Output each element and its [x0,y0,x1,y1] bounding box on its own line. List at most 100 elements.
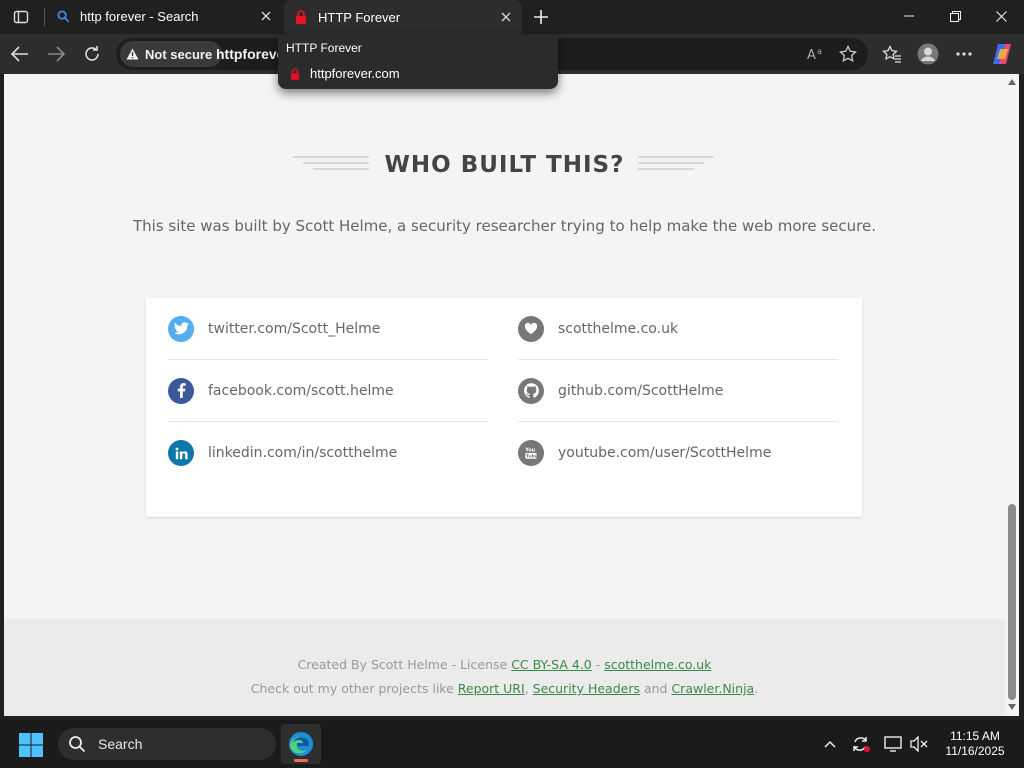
footer-projects-text: Check out my other projects like [250,681,458,696]
social-link-label: scotthelme.co.uk [558,320,679,337]
github-icon [518,377,544,404]
svg-text:a: a [817,47,822,56]
taskbar-edge-app[interactable] [281,724,321,764]
svg-text:A: A [807,48,816,62]
heart-icon [518,315,544,342]
social-link-github[interactable]: github.com/ScottHelme [518,360,838,422]
favorites-icon [882,45,901,63]
license-link[interactable]: CC BY-SA 4.0 [511,657,592,672]
social-link-label: github.com/ScottHelme [558,382,724,399]
section-heading-wrap: WHO BUILT THIS? [4,152,1005,182]
edge-icon [289,732,313,756]
restore-button[interactable] [932,0,978,32]
more-icon [956,52,972,56]
avatar-icon [917,43,939,65]
youtube-icon: You Tube [518,440,544,466]
tab-http-forever[interactable]: HTTP Forever [284,0,522,34]
favorites-button[interactable] [878,40,906,68]
svg-text:Tube: Tube [526,454,538,460]
monitor-icon [884,736,902,752]
system-clock[interactable]: 11:15 AM 11/16/2025 [936,729,1014,759]
social-link-linkedin[interactable]: linkedin.com/in/scotthelme [168,422,488,484]
security-headers-link[interactable]: Security Headers [533,681,640,696]
hover-card-url-row: httpforever.com [290,66,400,81]
forward-button[interactable] [42,40,70,68]
forward-arrow-icon [48,46,65,62]
clock-time: 11:15 AM [950,729,1000,743]
social-link-twitter[interactable]: twitter.com/Scott_Helme [168,298,488,360]
new-tab-button[interactable] [530,6,552,28]
tab-actions-button[interactable] [8,6,34,28]
tab-actions-icon [13,10,29,24]
close-icon [995,10,1007,22]
twitter-icon [168,315,194,342]
more-menu-button[interactable] [950,40,978,68]
footer-projects-line: Check out my other projects like Report … [4,681,1005,696]
close-window-button[interactable] [978,0,1024,32]
tab-separator [44,8,45,26]
author-site-link[interactable]: scotthelme.co.uk [604,657,711,672]
social-link-youtube[interactable]: You Tube youtube.com/user/ScottHelme [518,422,838,484]
scrollbar-thumb[interactable] [1008,504,1016,700]
footer-separator: . [754,681,759,696]
sync-tray-button[interactable] [851,734,871,754]
profile-button[interactable] [914,40,942,68]
page-heading: WHO BUILT THIS? [384,152,625,178]
hover-card-title: HTTP Forever [286,41,362,55]
close-tab-icon[interactable] [498,9,514,25]
scroll-down-arrow-icon[interactable] [1007,702,1017,712]
social-link-website[interactable]: scotthelme.co.uk [518,298,838,360]
search-icon [56,9,70,23]
minimize-icon [904,15,914,17]
footer-separator: - [591,657,605,672]
refresh-button[interactable] [78,40,106,68]
back-arrow-icon [11,46,28,62]
linkedin-icon [168,440,194,466]
hover-card-url: httpforever.com [310,66,400,81]
crawler-ninja-link[interactable]: Crawler.Ninja [671,681,754,696]
tab-title: http forever - Search [80,8,199,24]
social-link-facebook[interactable]: facebook.com/scott.helme [168,360,488,422]
back-button[interactable] [6,40,34,68]
close-tab-icon[interactable] [258,8,274,24]
favorite-star-icon[interactable] [838,44,858,64]
page-scrollbar[interactable] [1005,74,1019,716]
read-aloud-icon[interactable]: Aa [806,44,826,64]
report-uri-link[interactable]: Report URI [458,681,525,696]
speaker-muted-icon [910,736,928,752]
show-hidden-icons-button[interactable] [820,734,840,754]
footer-credit-text: Created By Scott Helme - License [297,657,512,672]
not-secure-indicator[interactable]: Not secure [120,41,223,67]
copilot-icon [993,44,1011,64]
taskbar-search[interactable]: Search [58,728,276,760]
plus-icon [534,10,548,24]
clock-date: 11/16/2025 [945,744,1005,758]
red-lock-icon [294,10,308,24]
display-tray-button[interactable] [883,734,903,754]
social-link-label: linkedin.com/in/scotthelme [208,445,398,461]
not-secure-label: Not secure [145,46,213,62]
warning-icon [126,48,139,60]
minimize-button[interactable] [886,0,932,32]
sync-icon [853,737,870,752]
tab-strip: http forever - Search HTTP Forever [0,0,1024,34]
footer-separator: and [639,681,672,696]
footer-credit-line: Created By Scott Helme - License CC BY-S… [4,657,1005,672]
windows-logo-icon [19,733,43,757]
social-link-label: facebook.com/scott.helme [208,382,394,399]
facebook-icon [168,377,194,404]
tab-search[interactable]: http forever - Search [46,0,282,32]
taskbar: Search 11:15 AM 11/16/2025 [0,720,1024,768]
scroll-up-arrow-icon[interactable] [1007,77,1017,87]
taskbar-search-placeholder: Search [98,736,143,752]
intro-text: This site was built by Scott Helme, a se… [133,217,876,235]
copilot-button[interactable] [988,40,1016,68]
refresh-icon [85,46,99,61]
active-app-indicator [294,759,308,762]
volume-tray-button[interactable] [909,734,929,754]
social-links-card: twitter.com/Scott_Helme facebook.com/sco… [146,298,862,517]
tab-title: HTTP Forever [318,9,401,25]
start-button[interactable] [18,732,44,758]
search-icon [69,736,86,753]
page-viewport: WHO BUILT THIS? This site was built by S… [4,74,1005,716]
